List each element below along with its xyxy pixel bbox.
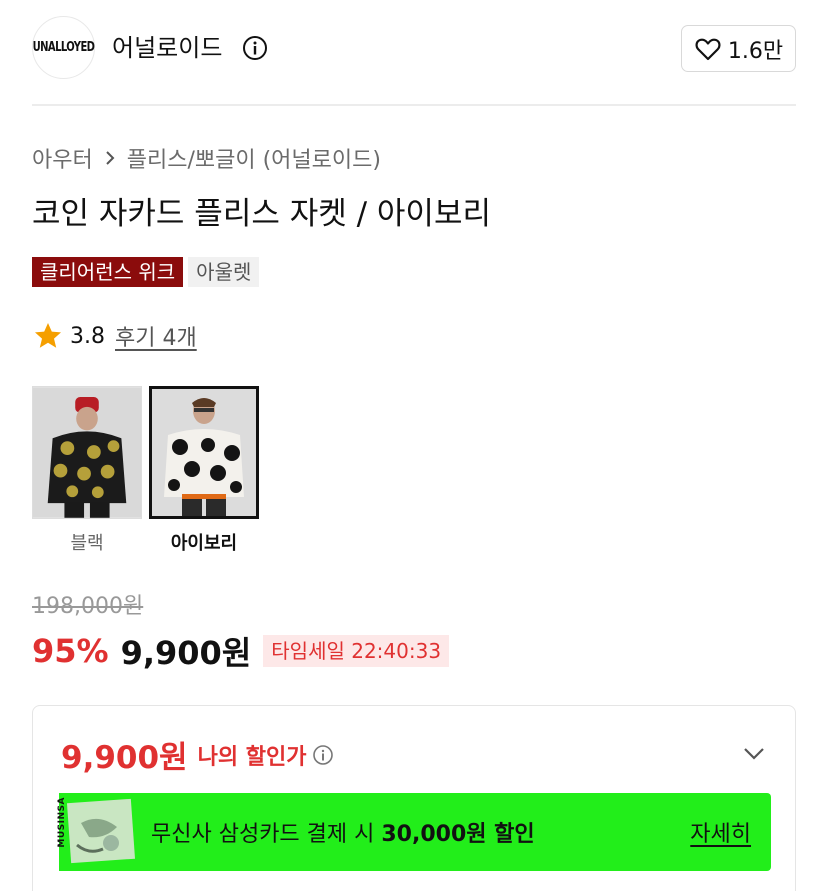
like-button[interactable]: 1.6만 bbox=[681, 25, 796, 72]
promo-detail-link[interactable]: 자세히 bbox=[690, 816, 751, 848]
chevron-down-icon[interactable] bbox=[741, 740, 767, 766]
brand-logo-text: UNALLOYED bbox=[32, 40, 95, 55]
brand-name[interactable]: 어널로이드 bbox=[112, 32, 222, 64]
product-title: 코인 자카드 플리스 자켓 / 아이보리 bbox=[32, 196, 491, 232]
star-icon bbox=[35, 323, 61, 348]
color-option-ivory[interactable]: 아이보리 bbox=[149, 386, 259, 555]
promo-text-amount: 30,000원 할인 bbox=[381, 822, 535, 847]
color-thumbnail-selected[interactable] bbox=[149, 386, 259, 519]
original-price: 198,000원 bbox=[32, 594, 144, 619]
info-icon[interactable] bbox=[242, 35, 268, 61]
outlet-tag: 아울렛 bbox=[188, 257, 260, 287]
info-icon[interactable] bbox=[312, 744, 334, 766]
sale-price: 9,900원 bbox=[120, 634, 252, 672]
promo-card-brand-text: MUSINSA bbox=[57, 797, 67, 848]
color-label: 블랙 bbox=[70, 533, 104, 554]
product-image-black bbox=[33, 387, 141, 518]
breadcrumb-subcategory[interactable]: 플리스/뽀글이 (어널로이드) bbox=[127, 142, 381, 174]
benefit-card: 9,900원 나의 할인가 MUSINSA 무신사 삼성카드 결제 시 30,0… bbox=[32, 705, 796, 891]
like-count: 1.6만 bbox=[727, 38, 784, 64]
my-price: 9,900원 bbox=[61, 740, 188, 776]
review-link[interactable]: 후기 4개 bbox=[115, 320, 197, 352]
promo-text-prefix: 무신사 삼성카드 결제 시 bbox=[151, 822, 382, 847]
color-thumbnail[interactable] bbox=[32, 386, 142, 519]
price-row: 95% 9,900원 타임세일 22:40:33 bbox=[32, 628, 450, 674]
my-price-label: 나의 할인가 bbox=[197, 744, 307, 770]
card-promo-banner[interactable]: MUSINSA 무신사 삼성카드 결제 시 30,000원 할인 자세히 bbox=[57, 793, 771, 871]
rating: 3.8 후기 4개 bbox=[32, 320, 197, 352]
discount-rate: 95% bbox=[32, 632, 109, 670]
color-label-selected: 아이보리 bbox=[170, 533, 238, 554]
product-tags: 클리어런스 위크 아울렛 bbox=[32, 257, 260, 287]
breadcrumb-category[interactable]: 아우터 bbox=[32, 142, 93, 174]
card-image-icon bbox=[59, 793, 139, 871]
rating-value: 3.8 bbox=[70, 323, 105, 349]
chevron-right-icon bbox=[106, 151, 115, 165]
breadcrumb: 아우터 플리스/뽀글이 (어널로이드) bbox=[32, 142, 381, 174]
color-options: 블랙 아이보리 bbox=[32, 386, 259, 555]
promo-card-image: MUSINSA bbox=[57, 793, 139, 871]
brand-bar: UNALLOYED 어널로이드 1.6만 bbox=[32, 16, 796, 80]
product-image-ivory bbox=[152, 389, 256, 516]
divider bbox=[32, 104, 796, 106]
clearance-tag: 클리어런스 위크 bbox=[32, 257, 184, 287]
heart-icon bbox=[695, 38, 721, 60]
my-price-row[interactable]: 9,900원 나의 할인가 bbox=[61, 732, 334, 777]
promo-text: 무신사 삼성카드 결제 시 30,000원 할인 bbox=[151, 816, 535, 848]
color-option-black[interactable]: 블랙 bbox=[32, 386, 142, 555]
time-sale-badge: 타임세일 22:40:33 bbox=[263, 635, 450, 667]
brand-logo[interactable]: UNALLOYED bbox=[32, 16, 95, 79]
